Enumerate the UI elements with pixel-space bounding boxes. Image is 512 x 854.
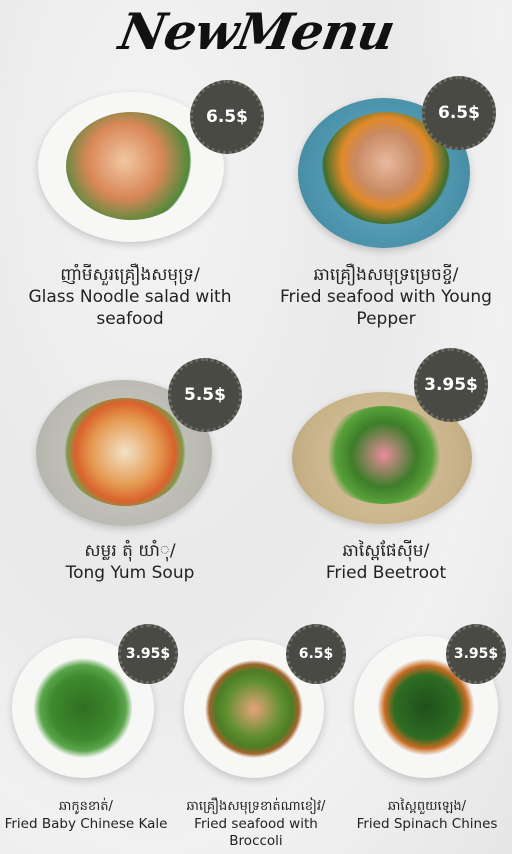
menu-title: NewMenu xyxy=(114,2,399,61)
price-badge: 6.5$ xyxy=(422,76,496,150)
dish-name-english: Fried seafood with Broccoli xyxy=(194,816,318,849)
dish-food xyxy=(320,406,448,504)
dish-name-english: Glass Noodle salad with seafood xyxy=(28,287,232,329)
price-badge: 6.5$ xyxy=(190,80,264,154)
dish-food xyxy=(34,656,132,760)
dish-caption: ឆាគ្រឿងសមុទ្រខាត់ណាខៀវ/ Fried seafood wi… xyxy=(172,798,340,850)
dish-caption: ឆាស្ពៃផែស៊ីម/ Fried Beetroot xyxy=(270,540,502,584)
dish-caption: ញាំមីសួរគ្រឿងសមុទ្រ/ Glass Noodle salad … xyxy=(20,264,240,330)
price-badge: 5.5$ xyxy=(168,358,242,432)
dish-name-khmer: សម្លរ តុំ យាំុ/ xyxy=(84,541,176,561)
price-badge: 6.5$ xyxy=(286,624,346,684)
dish-name-khmer: ឆាកូនខាត់/ xyxy=(59,799,113,814)
dish-name-khmer: ឆាស្ពៃពួយឡេង/ xyxy=(387,799,466,814)
dish-caption: ឆាស្ពៃពួយឡេង/ Fried Spinach Chines xyxy=(342,798,512,833)
price-badge: 3.95$ xyxy=(118,624,178,684)
dish-name-english: Fried Baby Chinese Kale xyxy=(4,816,168,832)
dish-name-khmer: ឆាគ្រឿងសមុទ្រម្រេចខ្ចី/ xyxy=(313,265,459,285)
dish-caption: ឆាកូនខាត់/ Fried Baby Chinese Kale xyxy=(0,798,172,833)
dish-name-english: Tong Yum Soup xyxy=(65,563,195,583)
dish-name-khmer: ឆាស្ពៃផែស៊ីម/ xyxy=(342,541,430,561)
menu-page: NewMenu 6.5$ ញាំមីសួរគ្រឿងសមុទ្រ/ Glass … xyxy=(0,0,512,854)
dish-caption: សម្លរ តុំ យាំុ/ Tong Yum Soup xyxy=(20,540,240,584)
dish-name-english: Fried Spinach Chines xyxy=(356,816,498,832)
dish-name-english: Fried Beetroot xyxy=(325,563,447,583)
dish-food xyxy=(66,112,196,220)
price-badge: 3.95$ xyxy=(446,624,506,684)
dish-name-khmer: ឆាគ្រឿងសមុទ្រខាត់ណាខៀវ/ xyxy=(186,799,326,814)
dish-food xyxy=(204,660,304,758)
price-badge: 3.95$ xyxy=(414,348,488,422)
dish-food xyxy=(62,398,188,506)
dish-name-english: Fried seafood with Young Pepper xyxy=(280,287,492,329)
dish-caption: ឆាគ្រឿងសមុទ្រម្រេចខ្ចី/ Fried seafood wi… xyxy=(270,264,502,330)
dish-name-khmer: ញាំមីសួរគ្រឿងសមុទ្រ/ xyxy=(60,265,200,285)
